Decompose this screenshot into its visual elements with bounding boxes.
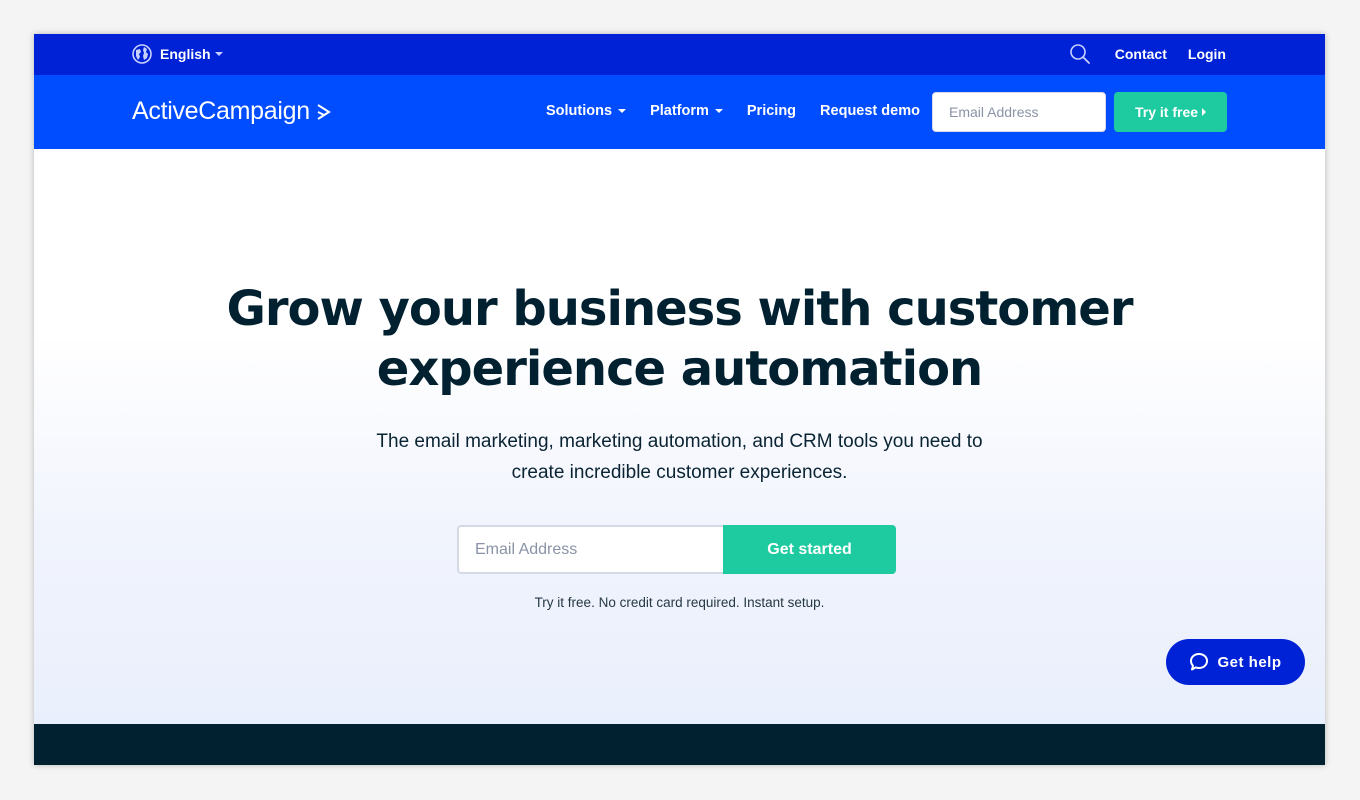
nav-email-input[interactable] bbox=[932, 92, 1106, 132]
chevron-right-logo-icon bbox=[317, 103, 331, 120]
hero-subtitle: The email marketing, marketing automatio… bbox=[34, 426, 1325, 488]
hero-subtitle-line: The email marketing, marketing automatio… bbox=[376, 431, 983, 452]
button-label: Try it free bbox=[1134, 104, 1199, 120]
try-it-free-button[interactable]: Try it free bbox=[1114, 92, 1227, 132]
nav-label: Platform bbox=[650, 103, 709, 119]
signup-note: Try it free. No credit card required. In… bbox=[534, 595, 825, 610]
login-link[interactable]: Login bbox=[1188, 46, 1226, 62]
hero-email-input[interactable] bbox=[457, 525, 723, 574]
nav-label: Request demo bbox=[820, 103, 920, 119]
contact-link[interactable]: Contact bbox=[1115, 46, 1167, 62]
get-started-button[interactable]: Get started bbox=[723, 525, 896, 574]
button-label: Get help bbox=[1217, 653, 1282, 671]
nav-menu: Solutions Platform Pricing Request demo bbox=[546, 103, 944, 119]
search-icon[interactable] bbox=[1069, 43, 1091, 65]
chat-bubble-icon bbox=[1190, 653, 1209, 671]
main-nav: ActiveCampaign Solutions Platform Pricin… bbox=[34, 75, 1325, 149]
nav-item-solutions[interactable]: Solutions bbox=[546, 103, 627, 119]
nav-label: Solutions bbox=[546, 103, 613, 119]
hero-title-line: experience automation bbox=[376, 341, 983, 397]
logo-text: ActiveCampaign bbox=[132, 97, 310, 125]
utility-links: Contact Login bbox=[1069, 43, 1226, 65]
nav-item-platform[interactable]: Platform bbox=[650, 103, 723, 119]
footer-band bbox=[34, 724, 1325, 765]
nav-label: Pricing bbox=[746, 103, 797, 119]
globe-icon bbox=[132, 44, 152, 64]
utility-bar: English Contact Login bbox=[34, 34, 1325, 75]
get-help-button[interactable]: Get help bbox=[1166, 639, 1305, 685]
chevron-down-icon bbox=[618, 109, 627, 113]
hero-title-line: Grow your business with customer bbox=[226, 281, 1133, 337]
hero-subtitle-line: create incredible customer experiences. bbox=[511, 462, 848, 483]
chevron-down-icon bbox=[214, 52, 223, 56]
chevron-down-icon bbox=[714, 109, 723, 113]
language-selector[interactable]: English bbox=[132, 44, 223, 64]
caret-right-icon bbox=[1202, 108, 1207, 116]
signup-form: Get started bbox=[457, 525, 896, 574]
browser-viewport: English Contact Login ActiveCampaign Sol… bbox=[34, 34, 1325, 765]
logo[interactable]: ActiveCampaign bbox=[132, 97, 332, 126]
nav-item-request-demo[interactable]: Request demo bbox=[820, 103, 920, 119]
language-label: English bbox=[160, 46, 211, 62]
nav-item-pricing[interactable]: Pricing bbox=[747, 103, 796, 119]
hero-title: Grow your business with customer experie… bbox=[34, 279, 1325, 399]
